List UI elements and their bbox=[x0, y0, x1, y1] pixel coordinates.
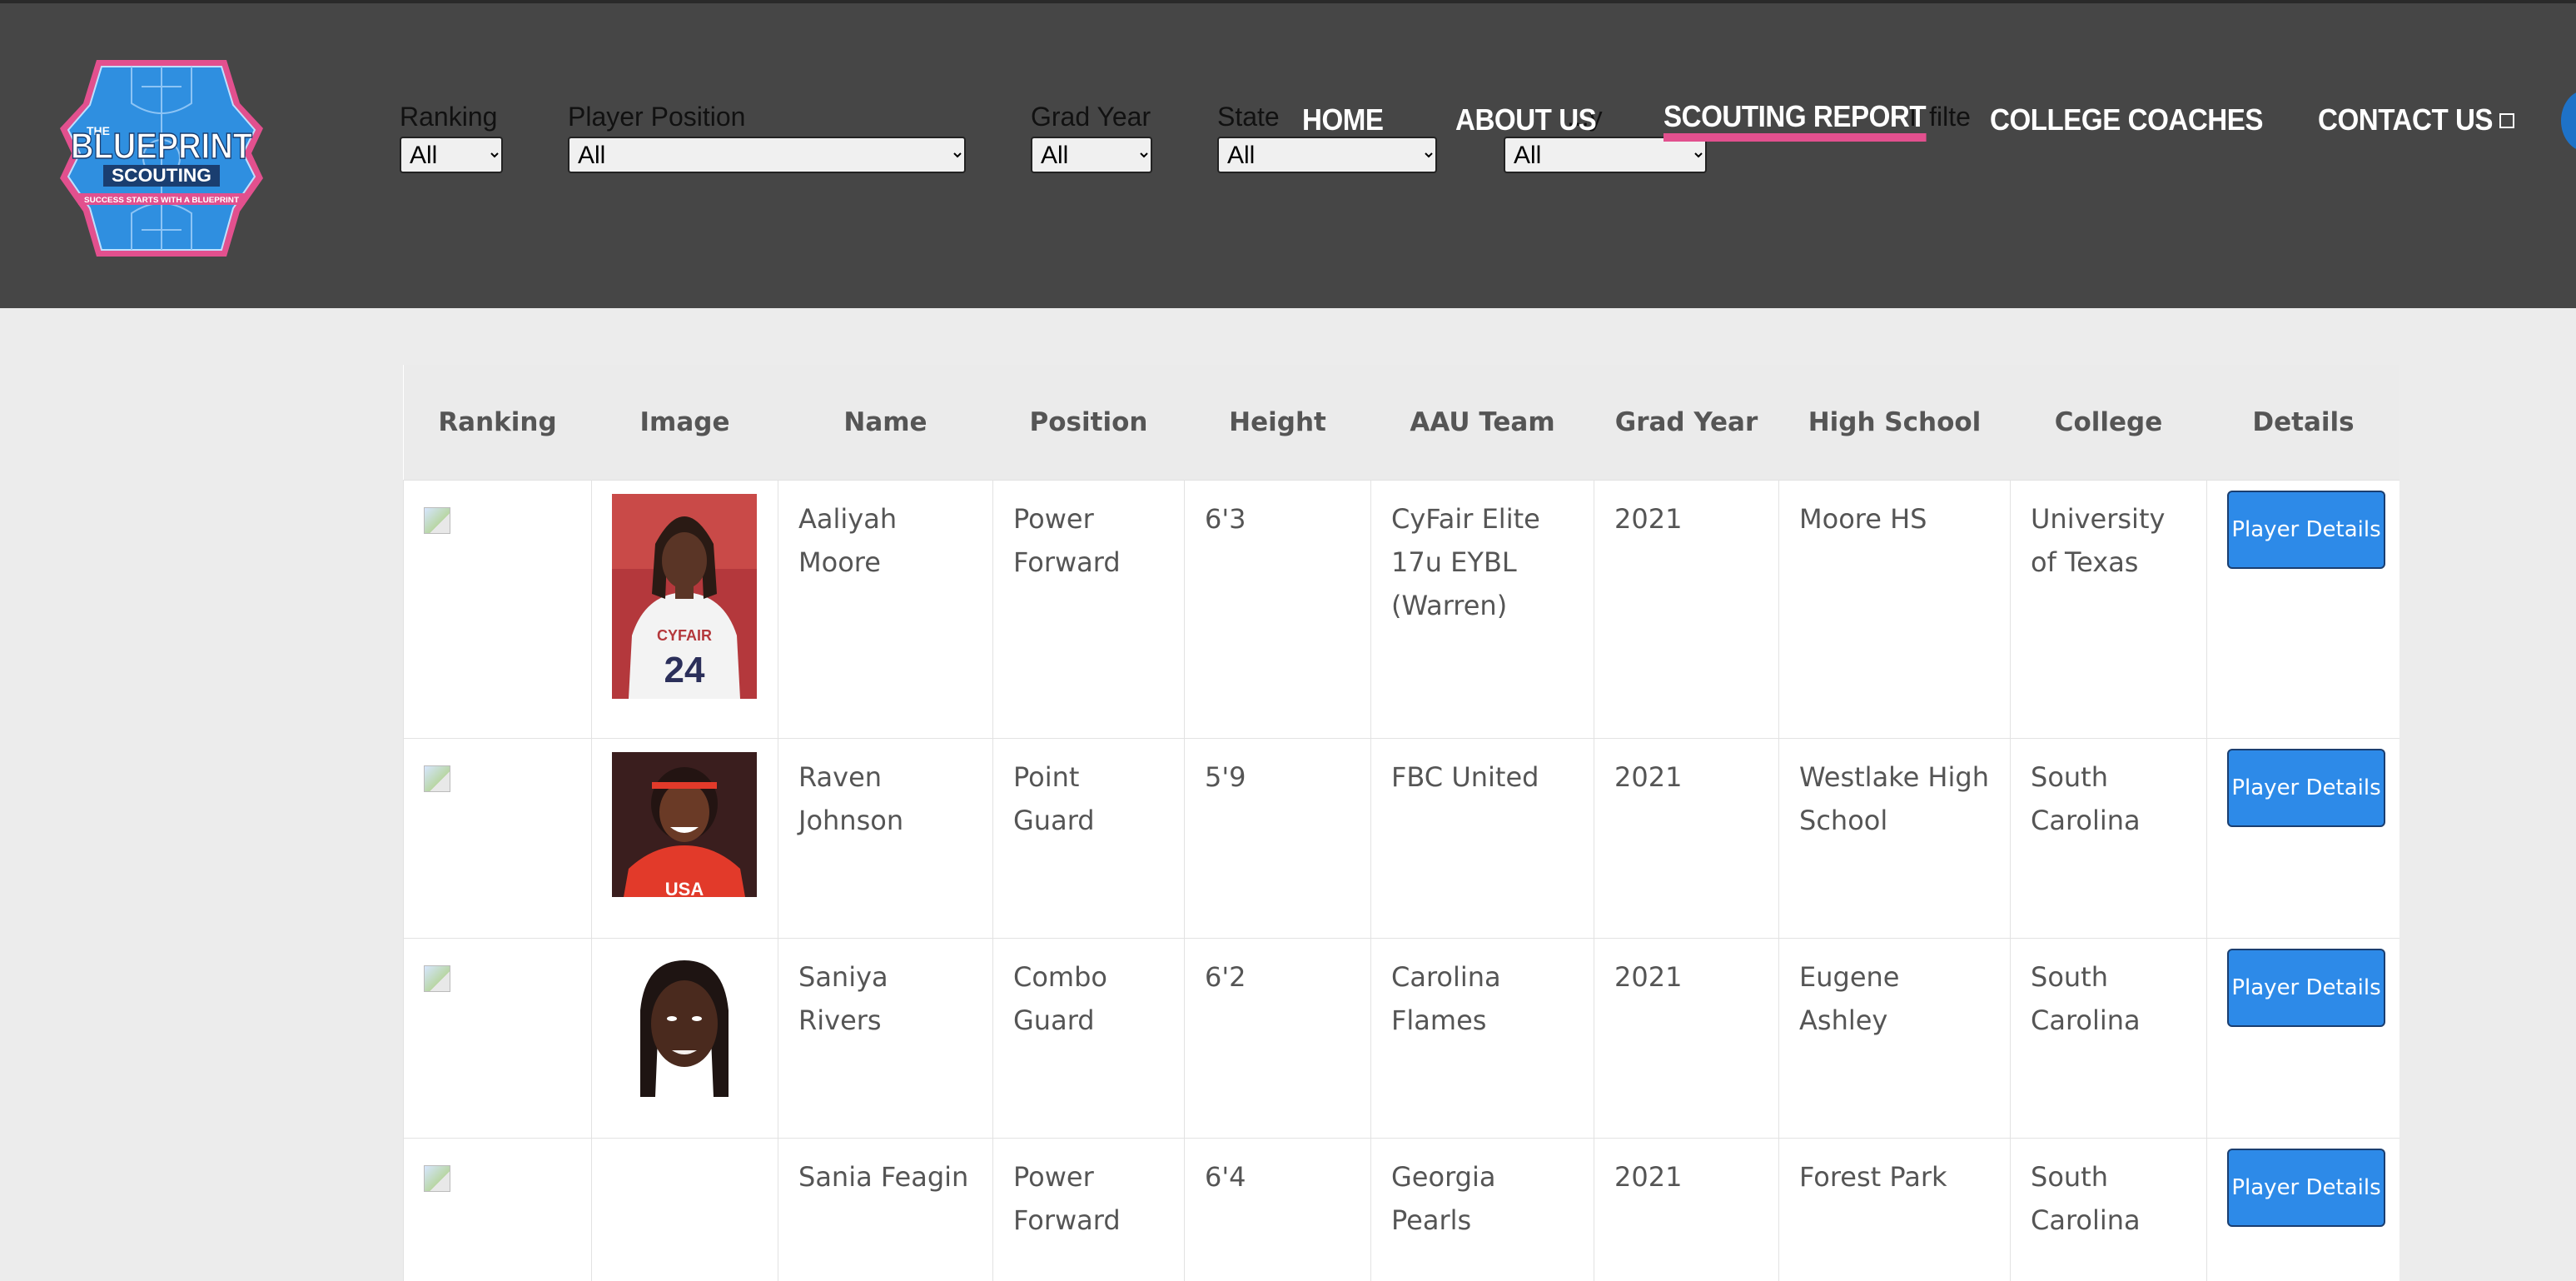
college-cell: South Carolina bbox=[2010, 938, 2207, 1139]
header-name[interactable]: Name bbox=[778, 365, 993, 481]
ranking-cell bbox=[403, 480, 592, 739]
grad-year-cell: 2021 bbox=[1594, 480, 1779, 739]
table-row: Saniya Rivers Combo Guard 6'2 Carolina F… bbox=[403, 938, 2399, 1139]
height-cell: 5'9 bbox=[1184, 738, 1371, 939]
college-cell: University of Texas bbox=[2010, 480, 2207, 739]
details-cell: Player Details bbox=[2206, 1138, 2399, 1281]
ranking-cell bbox=[403, 738, 592, 939]
ranking-cell bbox=[403, 1138, 592, 1281]
name-cell: Aaliyah Moore bbox=[778, 480, 993, 739]
high-school-cell: Moore HS bbox=[1778, 480, 2011, 739]
jersey-team-text: CYFAIR bbox=[657, 627, 712, 644]
table-row: CYFAIR 24 Aaliyah Moore Power Forward 6'… bbox=[403, 480, 2399, 739]
nav-college-coaches[interactable]: COLLEGE COACHES bbox=[1990, 100, 2263, 140]
main-nav: HOME ABOUT US SCOUTING REPORT COLLEGE CO… bbox=[0, 100, 2576, 142]
high-school-cell: Westlake High School bbox=[1778, 738, 2011, 939]
high-school-cell: Eugene Ashley bbox=[1778, 938, 2011, 1139]
high-school-cell: Forest Park bbox=[1778, 1138, 2011, 1281]
details-cell: Player Details bbox=[2206, 480, 2399, 739]
nav-about-us[interactable]: ABOUT US bbox=[1455, 100, 1597, 140]
ranking-image-icon bbox=[424, 507, 450, 534]
height-cell: 6'2 bbox=[1184, 938, 1371, 1139]
position-cell: Point Guard bbox=[992, 738, 1185, 939]
college-cell: South Carolina bbox=[2010, 738, 2207, 939]
ranking-image-icon bbox=[424, 965, 450, 992]
player-photo[interactable]: USA bbox=[612, 752, 757, 897]
name-cell: Raven Johnson bbox=[778, 738, 993, 939]
header-ranking[interactable]: Ranking bbox=[403, 365, 592, 481]
height-cell: 6'3 bbox=[1184, 480, 1371, 739]
header-high-school[interactable]: High School bbox=[1778, 365, 2011, 481]
header-position[interactable]: Position bbox=[992, 365, 1185, 481]
grad-year-cell: 2021 bbox=[1594, 738, 1779, 939]
logo-tagline-text: SUCCESS STARTS WITH A BLUEPRINT bbox=[84, 196, 240, 204]
player-details-button[interactable]: Player Details bbox=[2227, 749, 2385, 827]
position-cell: Power Forward bbox=[992, 480, 1185, 739]
grad-year-cell: 2021 bbox=[1594, 938, 1779, 1139]
site-header: THE BLUEPRINT SCOUTING SUCCESS STARTS WI… bbox=[0, 3, 2576, 308]
aau-team-cell: Georgia Pearls bbox=[1370, 1138, 1594, 1281]
players-table-container: Ranking Image Name Position Height AAU T… bbox=[403, 365, 2399, 1281]
name-cell: Saniya Rivers bbox=[778, 938, 993, 1139]
position-cell: Combo Guard bbox=[992, 938, 1185, 1139]
ranking-image-icon bbox=[424, 1165, 450, 1192]
ranking-cell bbox=[403, 938, 592, 1139]
header-details[interactable]: Details bbox=[2206, 365, 2399, 481]
table-header-row: Ranking Image Name Position Height AAU T… bbox=[403, 365, 2399, 481]
player-photo[interactable]: CYFAIR 24 bbox=[612, 494, 757, 699]
college-cell: South Carolina bbox=[2010, 1138, 2207, 1281]
nav-contact-us[interactable]: CONTACT US bbox=[2318, 100, 2494, 140]
image-cell: CYFAIR 24 bbox=[591, 480, 778, 739]
position-select[interactable]: All bbox=[568, 137, 966, 173]
header-grad-year[interactable]: Grad Year bbox=[1594, 365, 1779, 481]
ranking-select[interactable]: All bbox=[400, 137, 503, 173]
aau-team-cell: Carolina Flames bbox=[1370, 938, 1594, 1139]
ranking-image-icon bbox=[424, 765, 450, 792]
position-cell: Power Forward bbox=[992, 1138, 1185, 1281]
menu-square-icon bbox=[2499, 113, 2514, 128]
jersey-team-text: USA bbox=[665, 879, 704, 897]
grad-year-select[interactable]: All bbox=[1031, 137, 1152, 173]
player-details-button[interactable]: Player Details bbox=[2227, 1149, 2385, 1227]
image-cell bbox=[591, 938, 778, 1139]
image-cell bbox=[591, 1138, 778, 1281]
aau-team-cell: CyFair Elite 17u EYBL (Warren) bbox=[1370, 480, 1594, 739]
grad-year-cell: 2021 bbox=[1594, 1138, 1779, 1281]
table-row: USA Raven Johnson Point Guard 5'9 FBC Un… bbox=[403, 738, 2399, 939]
jersey-number-text: 24 bbox=[664, 650, 705, 690]
details-cell: Player Details bbox=[2206, 738, 2399, 939]
header-aau-team[interactable]: AAU Team bbox=[1370, 365, 1594, 481]
details-cell: Player Details bbox=[2206, 938, 2399, 1139]
player-details-button[interactable]: Player Details bbox=[2227, 949, 2385, 1027]
player-photo[interactable] bbox=[612, 952, 757, 1097]
table-row: Sania Feagin Power Forward 6'4 Georgia P… bbox=[403, 1138, 2399, 1281]
image-cell: USA bbox=[591, 738, 778, 939]
aau-team-cell: FBC United bbox=[1370, 738, 1594, 939]
nav-scouting-report[interactable]: SCOUTING REPORT bbox=[1663, 100, 1927, 142]
players-table: Ranking Image Name Position Height AAU T… bbox=[403, 365, 2399, 1281]
header-college[interactable]: College bbox=[2010, 365, 2207, 481]
player-details-button[interactable]: Player Details bbox=[2227, 491, 2385, 569]
blueprint-scouting-logo[interactable]: THE BLUEPRINT SCOUTING SUCCESS STARTS WI… bbox=[55, 53, 268, 263]
height-cell: 6'4 bbox=[1184, 1138, 1371, 1281]
college-select[interactable]: All bbox=[1504, 137, 1707, 173]
logo-sub-text: SCOUTING bbox=[112, 165, 211, 186]
header-image[interactable]: Image bbox=[591, 365, 778, 481]
nav-home[interactable]: HOME bbox=[1302, 100, 1384, 140]
header-height[interactable]: Height bbox=[1184, 365, 1371, 481]
name-cell: Sania Feagin bbox=[778, 1138, 993, 1281]
state-select[interactable]: All bbox=[1217, 137, 1437, 173]
